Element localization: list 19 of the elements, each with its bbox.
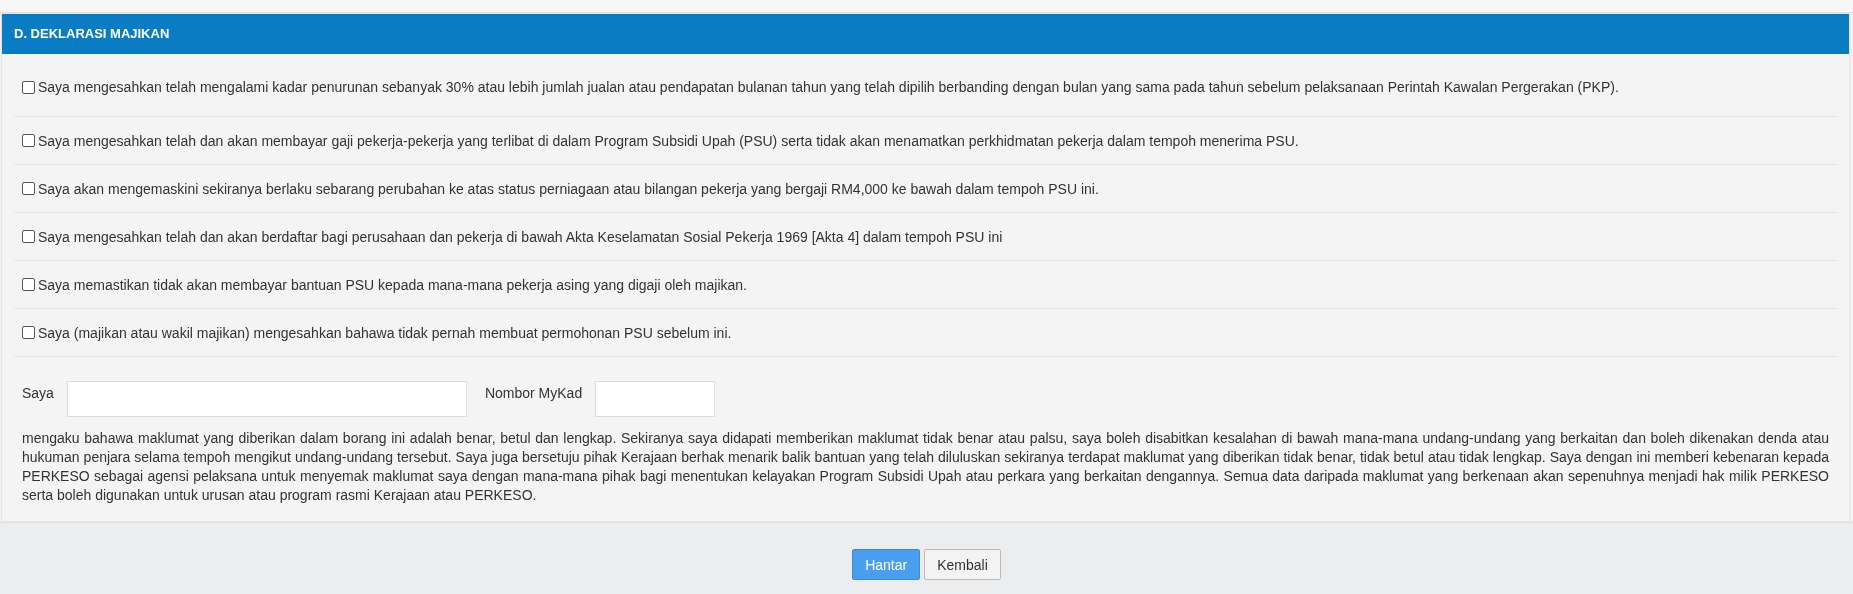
field-label: Nombor MyKad [484, 385, 583, 401]
checkbox[interactable] [22, 230, 35, 243]
section-header: D. DEKLARASI MAJIKAN [2, 14, 1849, 54]
checkbox[interactable] [22, 182, 35, 195]
declaration-statement: mengaku bahawa maklumat yang diberikan dalam borang ini adalah benar, betul dan lengkap. Sekiranya saya didapati memberikan maklumat tidak benar atau palsu, saya boleh disabitkan kesalahan di bawah mana-mana undang-undang yang berkaitan dan boleh dikenakan denda atau hukuman penjara selama tempoh mengikut undang-undang tersebut. Saya juga bersetuju pihak Kerajaan berhak menarik balik bantuan yang telah diluluskan sekiranya terdapat maklumat yang diberikan tidak benar, tidak betul atau tidak lengkap. Saya dengan ini memberi kebenaran kepada PERKESO sebagai agensi pelaksana untuk menyemak maklumat saya dengan mana-mana pihak bagi menentukan kelayakan Program Subsidi Upah atau perkara yang berkaitan dengannya. Semua data daripada maklumat yang berkenaan akan sepenuhnya menjadi hak milik PERKESO serta boleh digunakan untuk urusan atau program rasmi Kerajaan atau PERKESO. [21, 429, 1830, 505]
back-button[interactable]: Kembali [924, 549, 1001, 580]
declaration-text: Saya mengesahkan telah mengalami kadar penurunan sebanyak 30% atau lebih jumlah jualan atau pendapatan bulanan tahun yang telah dipilih berbanding dengan bulan yang sama pada tahun sebelum pelaksanaan Perintah Kawalan Pergerakan (PKP). [38, 79, 1619, 95]
input-field[interactable] [66, 381, 467, 417]
checkbox[interactable] [22, 326, 35, 339]
checkbox[interactable] [22, 134, 35, 147]
input-field[interactable] [595, 381, 716, 417]
field-label: Saya [22, 385, 54, 401]
declaration-text: Saya akan mengemaskini sekiranya berlaku sebarang perubahan ke atas status perniagaan atau bilangan pekerja yang bergaji RM4,000 ke bawah dalam tempoh PSU ini. [38, 180, 1099, 197]
declaration-text: Saya memastikan tidak akan membayar bantuan PSU kepada mana-mana pekerja asing yang digaji oleh majikan. [38, 276, 747, 293]
declaration-text: Saya mengesahkan telah dan akan membayar gaji pekerja-pekerja yang terlibat di dalam Program Subsidi Upah (PSU) serta tidak akan menamatkan perkhidmatan pekerja dalam tempoh menerima PSU. [38, 132, 1299, 149]
declaration-text: Saya (majikan atau wakil majikan) mengesahkan bahawa tidak pernah membuat permohonan PSU sebelum ini. [38, 324, 732, 341]
checkbox[interactable] [22, 80, 35, 94]
checkbox[interactable] [22, 278, 35, 291]
declaration-text: Saya mengesahkan telah dan akan berdaftar bagi perusahaan dan pekerja di bawah Akta Keselamatan Sosial Pekerja 1969 [Akta 4] dalam tempoh PSU ini [38, 228, 1003, 245]
